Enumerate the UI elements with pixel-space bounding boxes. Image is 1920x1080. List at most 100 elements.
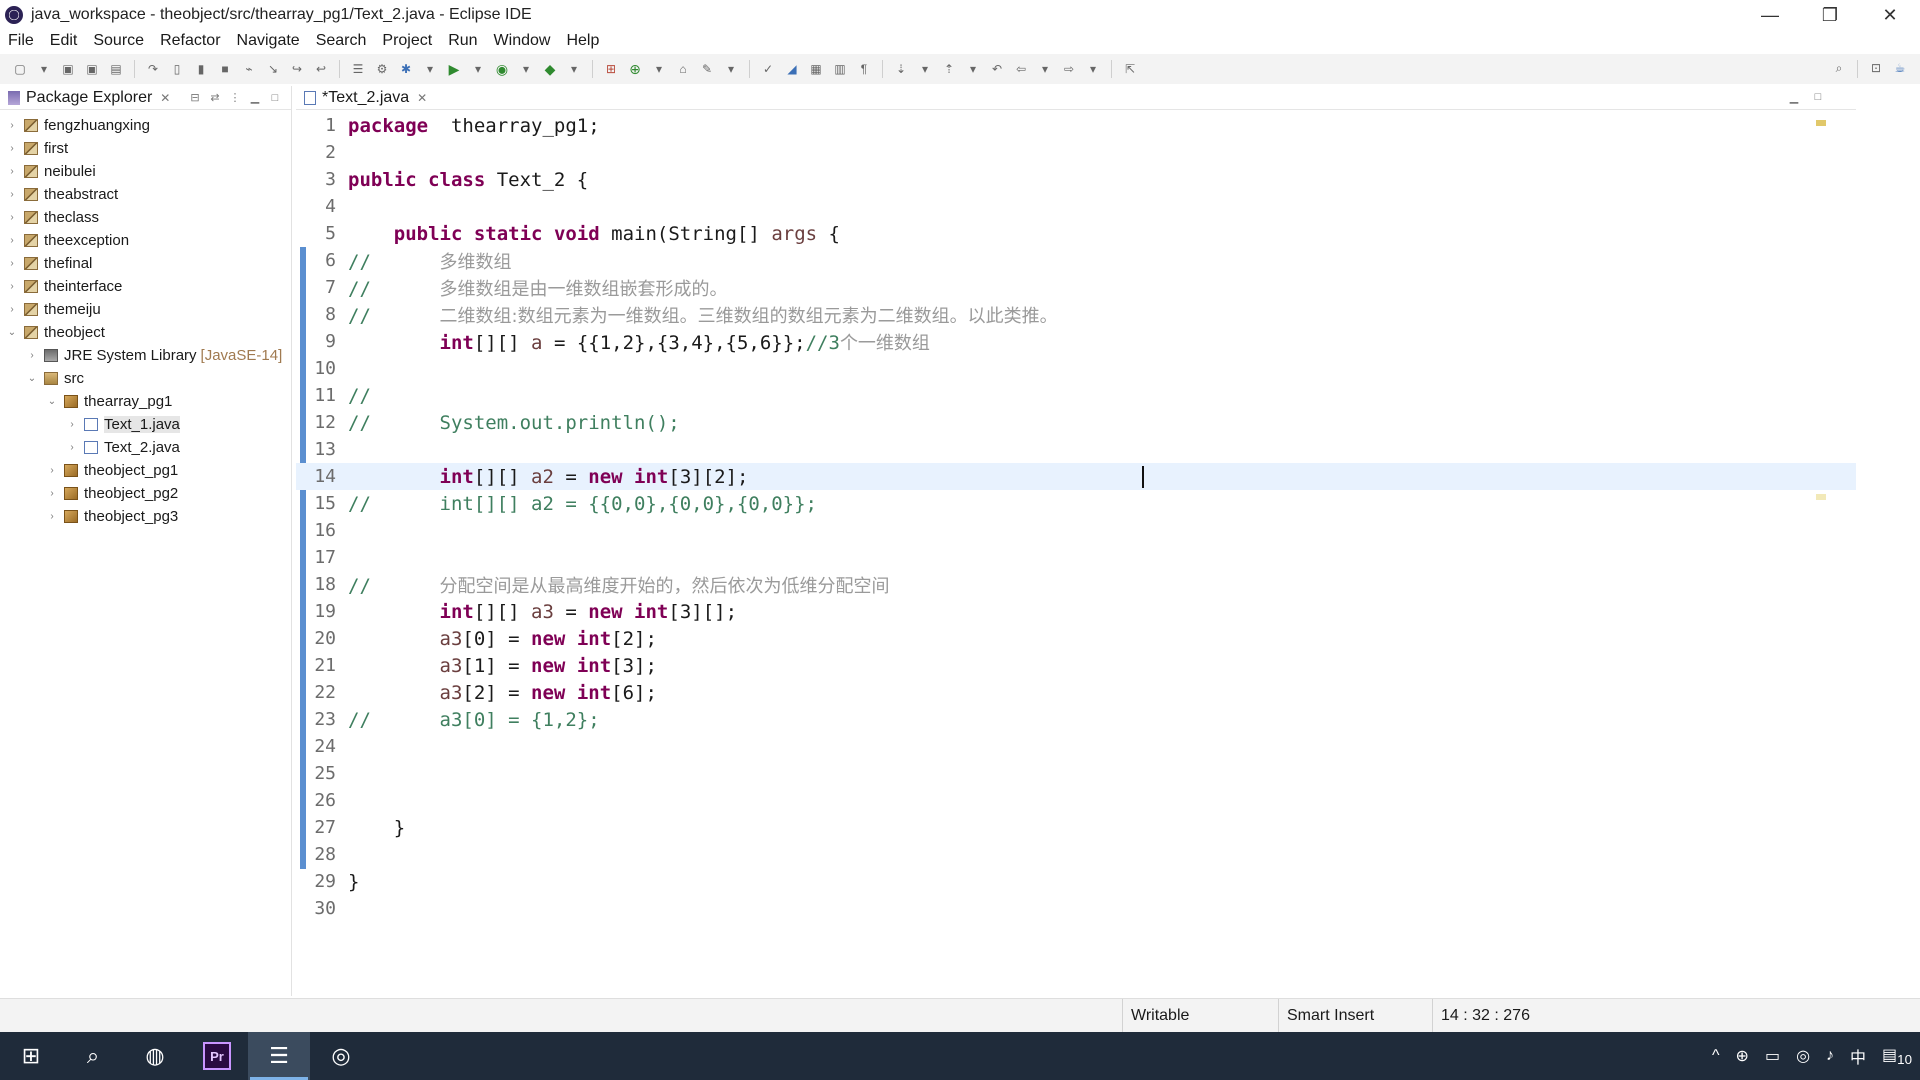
chevron-right-icon[interactable]: ›: [46, 511, 58, 522]
chevron-right-icon[interactable]: ›: [66, 442, 78, 453]
dropdown-icon[interactable]: ▾: [1037, 61, 1053, 77]
editor-tab[interactable]: *Text_2.java ✕: [296, 87, 435, 109]
code-line[interactable]: 9 int[][] a = {{1,2},{3,4},{5,6}};//3个一维…: [296, 328, 1856, 355]
code-line[interactable]: 19 int[][] a3 = new int[3][];: [296, 598, 1856, 625]
code-line[interactable]: 12 // System.out.println();: [296, 409, 1856, 436]
menu-help[interactable]: Help: [558, 32, 607, 50]
tree-item-project[interactable]: › theabstract: [0, 183, 291, 206]
run-last-tool-icon[interactable]: ◆: [542, 61, 558, 77]
print-icon[interactable]: ▤: [108, 61, 124, 77]
tree-item-package[interactable]: › theobject_pg3: [0, 505, 291, 528]
windows-start-icon[interactable]: ⊞: [0, 1032, 62, 1080]
open-perspective-icon[interactable]: ⊡: [1868, 60, 1884, 76]
tree-item-project[interactable]: › fengzhuangxing: [0, 114, 291, 137]
dropdown-icon[interactable]: ▾: [566, 61, 582, 77]
search-icon[interactable]: ⌕: [62, 1032, 124, 1080]
tree-item-project[interactable]: › first: [0, 137, 291, 160]
dropdown-icon[interactable]: ▾: [965, 61, 981, 77]
package-explorer-tab[interactable]: Package Explorer ✕ ⊟ ⇄ ⋮ ▁ □: [0, 86, 291, 110]
menu-search[interactable]: Search: [308, 32, 375, 50]
code-line[interactable]: 21 a3[1] = new int[3];: [296, 652, 1856, 679]
eclipse-app[interactable]: ☰: [248, 1032, 310, 1080]
code-line[interactable]: 13: [296, 436, 1856, 463]
skip-icon[interactable]: ↷: [145, 61, 161, 77]
tray-app-icon[interactable]: ⊕: [1736, 1046, 1749, 1066]
code-line[interactable]: 4: [296, 193, 1856, 220]
minimize-button[interactable]: —: [1740, 0, 1800, 30]
annotation-icon[interactable]: ✓: [760, 61, 776, 77]
search-tool-icon[interactable]: ✎: [699, 61, 715, 77]
chevron-right-icon[interactable]: ›: [6, 166, 18, 177]
maximize-icon[interactable]: □: [1810, 90, 1826, 104]
menu-edit[interactable]: Edit: [42, 32, 86, 50]
chevron-right-icon[interactable]: ›: [46, 488, 58, 499]
menu-project[interactable]: Project: [374, 32, 440, 50]
code-line[interactable]: 15 // int[][] a2 = {{0,0},{0,0},{0,0}};: [296, 490, 1856, 517]
code-area[interactable]: 1 package thearray_pg1; 2 3 public class Tex…: [296, 112, 1856, 972]
tree-item-package[interactable]: › theobject_pg1: [0, 459, 291, 482]
disconnect-icon[interactable]: ⌁: [241, 61, 257, 77]
chevron-right-icon[interactable]: ›: [6, 281, 18, 292]
menu-run[interactable]: Run: [440, 32, 485, 50]
browser-icon[interactable]: ◍: [124, 1032, 186, 1080]
chevron-right-icon[interactable]: ›: [46, 465, 58, 476]
code-line[interactable]: 23 // a3[0] = {1,2};: [296, 706, 1856, 733]
view-menu-icon[interactable]: ⋮: [228, 91, 242, 105]
dropdown-icon[interactable]: ▾: [917, 61, 933, 77]
link-editor-icon[interactable]: ⇄: [208, 91, 222, 105]
suspend-icon[interactable]: ▮: [193, 61, 209, 77]
word-wrap-icon[interactable]: ▥: [832, 61, 848, 77]
pin-editor-icon[interactable]: ⇱: [1122, 61, 1138, 77]
tree-item-package[interactable]: ⌄ thearray_pg1: [0, 390, 291, 413]
chevron-right-icon[interactable]: ›: [6, 212, 18, 223]
debug-icon[interactable]: ✱: [398, 61, 414, 77]
maximize-icon[interactable]: □: [268, 91, 282, 105]
tree-item-project[interactable]: › theinterface: [0, 275, 291, 298]
dropdown-icon[interactable]: ▾: [470, 61, 486, 77]
step-over-icon[interactable]: ↪: [289, 61, 305, 77]
code-line[interactable]: 22 a3[2] = new int[6];: [296, 679, 1856, 706]
close-button[interactable]: ✕: [1860, 0, 1920, 30]
code-line[interactable]: 8 // 二维数组:数组元素为一维数组。三维数组的数组元素为二维数组。以此类推。: [296, 301, 1856, 328]
show-whitespace-icon[interactable]: ¶: [856, 61, 872, 77]
tree-item-project[interactable]: › thefinal: [0, 252, 291, 275]
occurrence-marker[interactable]: [1816, 494, 1826, 500]
code-line[interactable]: 27 }: [296, 814, 1856, 841]
network-icon[interactable]: ◎: [1796, 1046, 1810, 1066]
chevron-right-icon[interactable]: ›: [6, 235, 18, 246]
code-line[interactable]: 14 int[][] a2 = new int[3][2];: [296, 463, 1856, 490]
code-line[interactable]: 7 // 多维数组是由一维数组嵌套形成的。: [296, 274, 1856, 301]
warning-marker[interactable]: [1816, 120, 1826, 126]
tree-item-jre-library[interactable]: › JRE System Library [JavaSE-14]: [0, 344, 291, 367]
tree-item-project[interactable]: › theclass: [0, 206, 291, 229]
code-line[interactable]: 24: [296, 733, 1856, 760]
code-line[interactable]: 16: [296, 517, 1856, 544]
collapse-all-icon[interactable]: ⊟: [188, 91, 202, 105]
minimize-icon[interactable]: ▁: [1786, 90, 1802, 104]
code-line[interactable]: 30: [296, 895, 1856, 922]
chevron-right-icon[interactable]: ›: [26, 350, 38, 361]
coverage-icon[interactable]: ◉: [494, 61, 510, 77]
battery-icon[interactable]: ▭: [1765, 1046, 1780, 1066]
overview-ruler[interactable]: [1816, 112, 1826, 972]
chevron-right-icon[interactable]: ›: [6, 258, 18, 269]
close-icon[interactable]: ✕: [417, 91, 427, 105]
restore-button[interactable]: ❐: [1800, 0, 1860, 30]
external-tools-icon[interactable]: ⚙: [374, 61, 390, 77]
chevron-down-icon[interactable]: ⌄: [46, 396, 58, 407]
dropdown-icon[interactable]: ▾: [1085, 61, 1101, 77]
dropdown-icon[interactable]: ▾: [651, 61, 667, 77]
menu-source[interactable]: Source: [85, 32, 152, 50]
chevron-right-icon[interactable]: ›: [6, 304, 18, 315]
menu-refactor[interactable]: Refactor: [152, 32, 228, 50]
tree-item-file[interactable]: › Text_2.java: [0, 436, 291, 459]
tree-item-project[interactable]: › neibulei: [0, 160, 291, 183]
code-line[interactable]: 29}: [296, 868, 1856, 895]
input-method-icon[interactable]: 中: [1850, 1044, 1866, 1068]
open-type-icon[interactable]: ⌂: [675, 61, 691, 77]
code-line[interactable]: 5 public static void main(String[] args …: [296, 220, 1856, 247]
resume-icon[interactable]: ▯: [169, 61, 185, 77]
notification-icon[interactable]: ▤10: [1882, 1045, 1912, 1067]
java-perspective-icon[interactable]: ☕: [1892, 60, 1908, 76]
chevron-right-icon[interactable]: ›: [66, 419, 78, 430]
